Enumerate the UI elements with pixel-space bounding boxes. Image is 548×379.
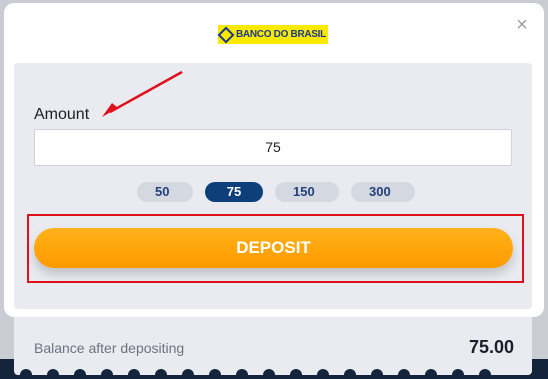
quick-amount-75[interactable]: 75	[205, 182, 263, 202]
balance-after-value: 75.00	[468, 337, 514, 357]
quick-amount-chips: 50 75 150 300	[137, 182, 415, 202]
close-icon[interactable]: ×	[514, 15, 530, 35]
logo-text: BANCO DO BRASIL	[236, 29, 326, 40]
annotation-arrow-icon	[102, 70, 183, 117]
deposit-panel: Amount 75 50 75 150 300 DEPOSIT	[14, 63, 532, 309]
quick-amount-50[interactable]: 50	[137, 182, 193, 202]
banco-do-brasil-logo: BANCO DO BRASIL	[217, 25, 328, 44]
amount-input[interactable]: 75	[34, 129, 512, 166]
receipt-perforation	[14, 369, 532, 379]
amount-label: Amount	[34, 106, 90, 123]
deposit-modal: × BANCO DO BRASIL Amount 75 50 75 150 30…	[4, 3, 544, 317]
deposit-button[interactable]: DEPOSIT	[34, 228, 513, 268]
quick-amount-300[interactable]: 300	[351, 182, 415, 202]
quick-amount-150[interactable]: 150	[275, 182, 339, 202]
bank-logo-mark-icon	[217, 26, 235, 43]
balance-after-label: Balance after depositing	[34, 340, 185, 356]
